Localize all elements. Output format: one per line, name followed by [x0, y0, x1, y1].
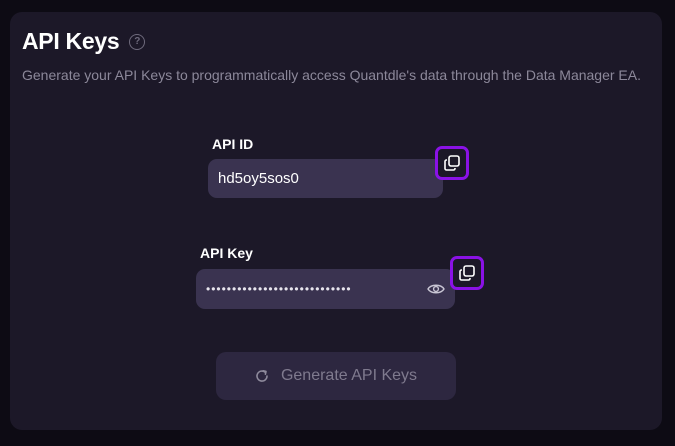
generate-api-keys-label: Generate API Keys	[280, 367, 418, 384]
api-key-masked-value[interactable]: ••••••••••••••••••••••••••••	[206, 269, 406, 309]
eye-icon[interactable]	[427, 281, 445, 297]
page-title: API Keys	[22, 28, 120, 54]
generate-api-keys-button[interactable]: Generate API Keys	[216, 352, 456, 400]
api-id-field[interactable]: hd5oy5sos0	[208, 159, 443, 198]
copy-icon	[459, 265, 475, 281]
api-id-label: API ID	[212, 136, 254, 152]
copy-api-id-button[interactable]	[435, 146, 469, 180]
api-key-label: API Key	[200, 245, 253, 261]
api-keys-panel: API Keys ? Generate your API Keys to pro…	[10, 12, 662, 430]
help-icon[interactable]: ?	[129, 33, 146, 50]
api-id-value[interactable]: hd5oy5sos0	[218, 159, 299, 198]
refresh-icon	[256, 370, 268, 382]
title-row: API Keys ?	[22, 28, 146, 55]
copy-icon	[444, 155, 460, 171]
copy-api-key-button[interactable]	[450, 256, 484, 290]
page-subtitle: Generate your API Keys to programmatical…	[22, 67, 642, 83]
api-key-field[interactable]: ••••••••••••••••••••••••••••	[196, 269, 455, 309]
